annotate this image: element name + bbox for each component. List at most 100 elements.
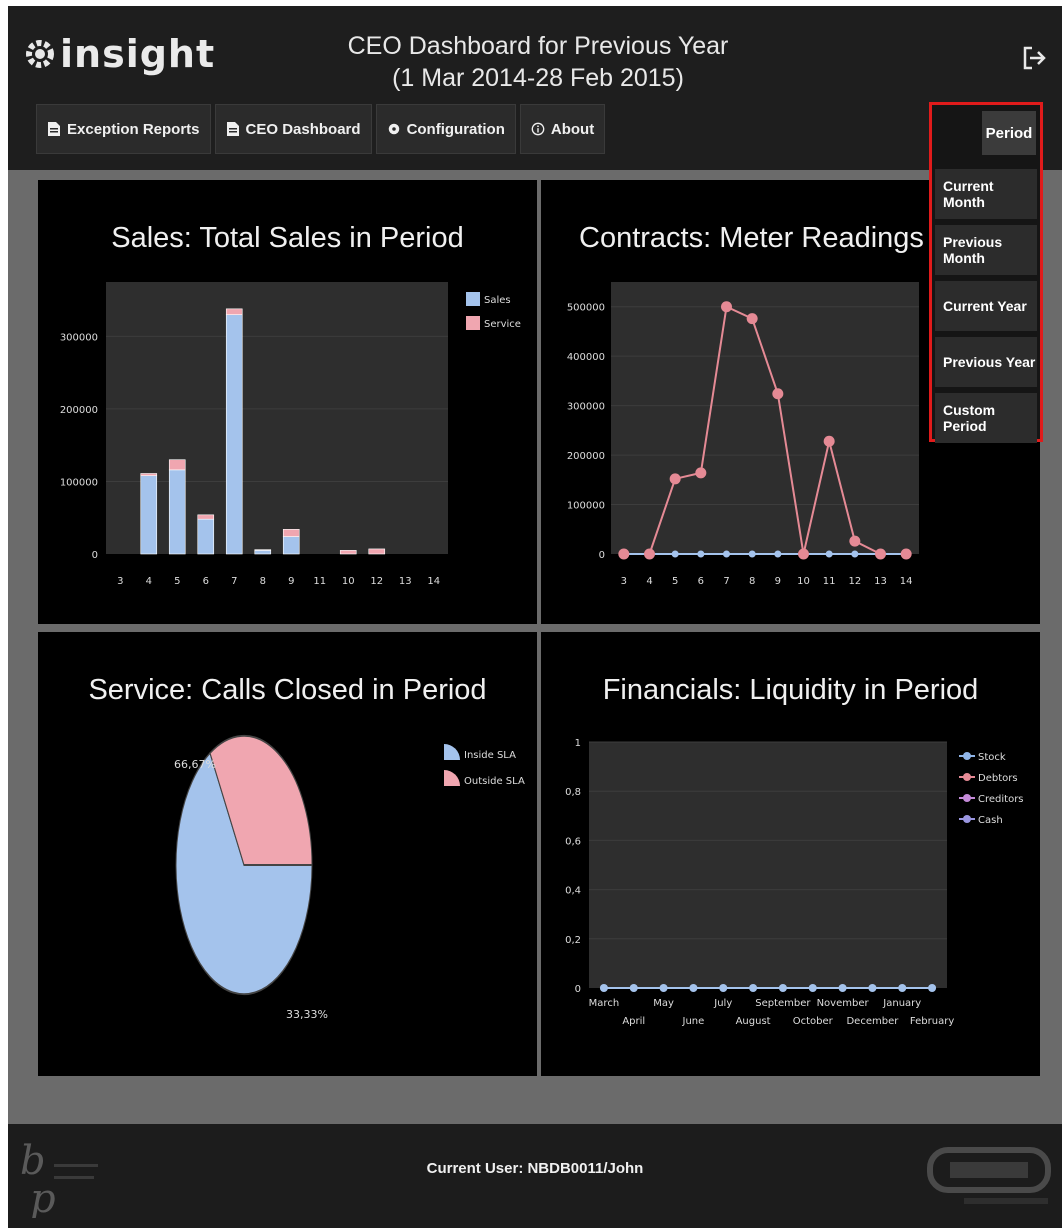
legend-swatch [444,770,460,786]
x-tick-label: 4 [146,576,152,587]
pie-label: 66,67% [174,758,216,771]
x-tick-label: 14 [900,576,913,587]
bar-service [197,514,215,520]
x-tick-label: 7 [723,576,729,587]
data-point [749,984,758,992]
x-tick-label: December [846,1016,899,1027]
nav-label: Exception Reports [67,120,200,138]
sales-chart-panel: Sales: Total Sales in Period 0 100000 2000… [38,180,537,624]
data-point [671,550,679,558]
x-tick-label: March [589,998,619,1009]
y-tick-label: 0 [599,550,605,561]
bar-service [368,548,386,555]
data-point [721,301,732,313]
sales-bar-chart: 0 100000 200000 300000 3 4 5 6 7 8 9 11 10 12 13 14 Sale… [60,282,521,587]
data-point [798,548,809,560]
period-menu: Current Month Previous Month Current Yea… [935,169,1037,449]
x-tick-label: October [793,1016,834,1027]
info-icon [531,122,545,136]
x-tick-label: January [882,998,921,1009]
legend-label: Sales [484,295,511,306]
data-point [851,550,859,558]
y-tick-label: 400000 [567,352,605,363]
period-button[interactable]: Period [982,111,1036,155]
x-tick-label: 9 [288,576,294,587]
legend-label: Stock [978,752,1006,763]
x-tick-label: 8 [749,576,755,587]
legend-marker [963,815,971,823]
x-tick-label: 12 [848,576,861,587]
data-point [689,984,698,992]
plot-area [611,282,919,554]
x-tick-label: 10 [342,576,355,587]
period-option-current-month[interactable]: Current Month [935,169,1037,219]
period-option-previous-month[interactable]: Previous Month [935,225,1037,275]
header: insight CEO Dashboard for Previous Year … [8,6,1062,170]
x-tick-label: November [817,998,870,1009]
logo-text: insight [60,32,216,76]
y-tick-label: 1 [575,738,581,749]
legend-label: Outside SLA [464,776,525,787]
y-tick-label: 0,4 [565,886,581,897]
logout-icon[interactable] [1020,44,1048,72]
x-tick-label: 7 [231,576,237,587]
bar-service [282,529,300,537]
bar-service [339,550,357,555]
document-icon [48,122,60,136]
data-point [618,548,630,560]
financials-chart-panel: Financials: Liquidity in Period 0 0,2 0,4 0… [541,632,1040,1076]
x-tick-label: 6 [698,576,704,587]
page-title: CEO Dashboard for Previous Year (1 Mar 2… [288,30,788,94]
period-dropdown: Period Current Month Previous Month Curr… [929,102,1043,443]
y-tick-label: 0,8 [565,787,581,798]
x-tick-label: July [713,998,732,1009]
legend-swatch [444,744,460,760]
bar-service [254,549,272,551]
legend-label: Service [484,319,521,330]
nav-exception-reports[interactable]: Exception Reports [36,104,211,154]
data-point [695,467,707,479]
svg-text:p: p [30,1176,56,1218]
legend-label: Creditors [978,794,1024,805]
x-tick-label: September [755,998,811,1009]
x-tick-label: 3 [621,576,627,587]
data-point [719,984,728,992]
x-tick-label: 5 [672,576,678,587]
bar-service [225,308,243,315]
bar-sales [254,550,272,555]
x-tick-label: 12 [370,576,383,587]
footer: b p Current User: NBDB0011/John [8,1124,1062,1228]
data-point [599,984,608,992]
nav-ceo-dashboard[interactable]: CEO Dashboard [214,104,372,154]
period-option-custom-period[interactable]: Custom Period [935,393,1037,443]
bar-service [140,473,158,476]
nav-about[interactable]: About [519,104,606,154]
data-point [748,550,756,558]
service-pie-chart: 66,67% 33,33% Inside SLA Outside SLA [174,734,525,1021]
x-tick-label: May [653,998,674,1009]
pie-label: 33,33% [286,1008,328,1021]
x-tick-label: 13 [874,576,887,587]
main-nav: Exception Reports CEO Dashboard Configur… [36,104,606,154]
x-tick-label: 4 [646,576,652,587]
y-tick-label: 100000 [60,477,98,488]
data-point [659,984,668,992]
period-option-previous-year[interactable]: Previous Year [935,337,1037,387]
plot-area [589,742,947,988]
data-point [697,550,705,558]
x-tick-label: 5 [174,576,180,587]
legend-swatch [466,292,480,306]
data-point [774,550,782,558]
data-point [723,550,730,558]
legend-swatch [466,316,480,330]
y-tick-label: 0 [92,550,98,561]
nav-configuration[interactable]: Configuration [375,104,516,154]
nav-label: About [550,120,595,138]
data-point [644,548,655,560]
nav-label: Configuration [406,120,505,138]
x-tick-label: 11 [313,576,326,587]
period-option-current-year[interactable]: Current Year [935,281,1037,331]
y-tick-label: 200000 [60,405,98,416]
legend-marker [963,752,971,760]
current-user-label: Current User: NBDB0011/John [426,1160,644,1177]
